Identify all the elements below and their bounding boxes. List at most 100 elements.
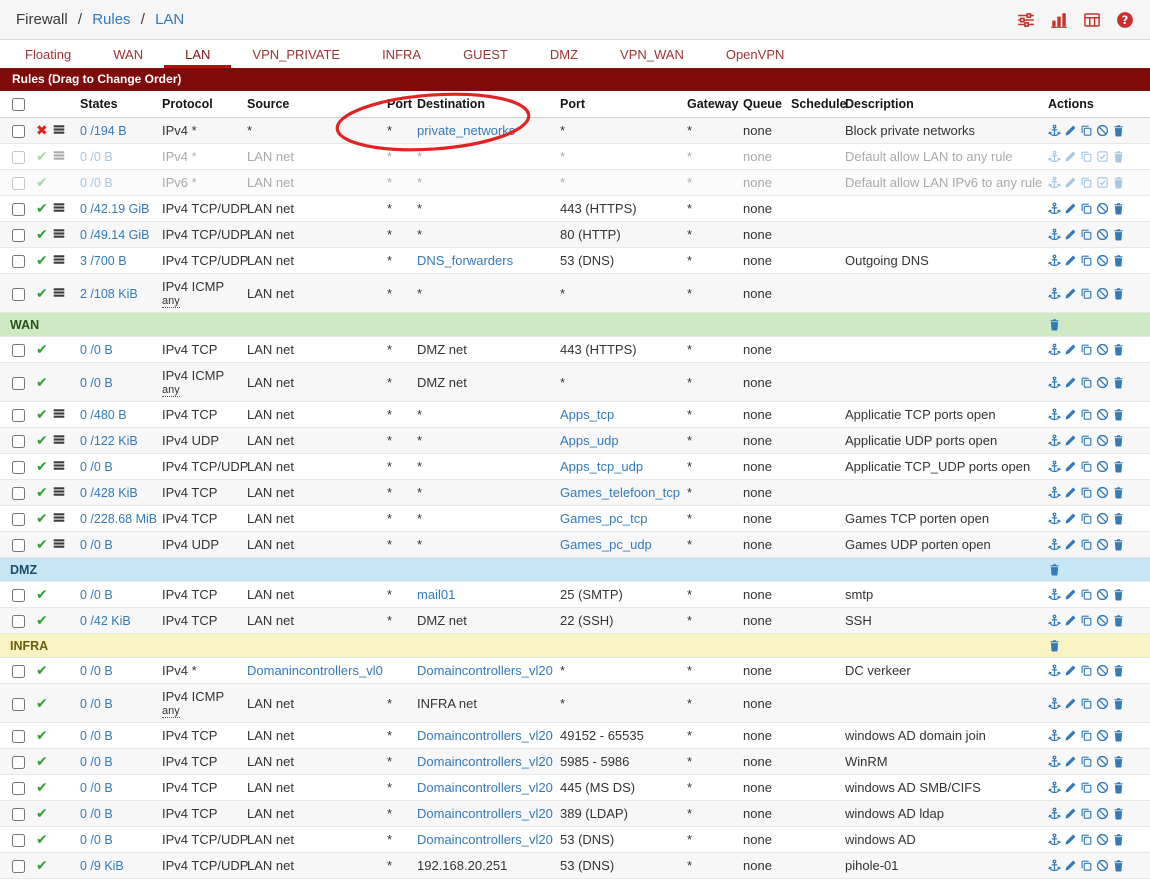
trash-icon[interactable] [1112, 343, 1125, 356]
ban-icon[interactable] [1096, 408, 1109, 421]
states-link[interactable]: 0 /480 B [80, 408, 127, 422]
tab-wan[interactable]: WAN [92, 41, 164, 68]
anchor-icon[interactable] [1048, 228, 1061, 241]
states-link[interactable]: 0 /0 B [80, 588, 113, 602]
anchor-icon[interactable] [1048, 434, 1061, 447]
copy-icon[interactable] [1080, 408, 1093, 421]
edit-icon[interactable] [1064, 729, 1077, 742]
copy-icon[interactable] [1080, 434, 1093, 447]
edit-icon[interactable] [1064, 755, 1077, 768]
copy-icon[interactable] [1080, 588, 1093, 601]
anchor-icon[interactable] [1048, 287, 1061, 300]
anchor-icon[interactable] [1048, 124, 1061, 137]
states-link[interactable]: 0 /0 B [80, 755, 113, 769]
row-checkbox[interactable] [12, 409, 25, 423]
dst-port-alias-link[interactable]: Apps_tcp [560, 407, 614, 422]
ban-icon[interactable] [1096, 202, 1109, 215]
trash-icon[interactable] [1112, 538, 1125, 551]
copy-icon[interactable] [1080, 697, 1093, 710]
copy-icon[interactable] [1080, 202, 1093, 215]
anchor-icon[interactable] [1048, 588, 1061, 601]
states-link[interactable]: 0 /0 B [80, 729, 113, 743]
row-checkbox[interactable] [12, 589, 25, 603]
trash-icon[interactable] [1112, 807, 1125, 820]
breadcrumb-rules[interactable]: Rules [92, 11, 130, 28]
edit-icon[interactable] [1064, 588, 1077, 601]
anchor-icon[interactable] [1048, 176, 1061, 189]
states-link[interactable]: 0 /122 KiB [80, 434, 138, 448]
states-link[interactable]: 0 /194 B [80, 124, 127, 138]
trash-icon[interactable] [1112, 859, 1125, 872]
edit-icon[interactable] [1064, 538, 1077, 551]
states-link[interactable]: 3 /700 B [80, 254, 127, 268]
copy-icon[interactable] [1080, 729, 1093, 742]
row-checkbox[interactable] [12, 860, 25, 874]
tab-openvpn[interactable]: OpenVPN [705, 41, 806, 68]
anchor-icon[interactable] [1048, 460, 1061, 473]
ban-icon[interactable] [1096, 343, 1109, 356]
anchor-icon[interactable] [1048, 486, 1061, 499]
tab-lan[interactable]: LAN [164, 41, 232, 68]
states-link[interactable]: 0 /0 B [80, 150, 113, 164]
anchor-icon[interactable] [1048, 664, 1061, 677]
edit-icon[interactable] [1064, 287, 1077, 300]
row-checkbox[interactable] [12, 782, 25, 796]
edit-icon[interactable] [1064, 614, 1077, 627]
ban-icon[interactable] [1096, 729, 1109, 742]
copy-icon[interactable] [1080, 254, 1093, 267]
states-link[interactable]: 0 /0 B [80, 697, 113, 711]
ban-icon[interactable] [1096, 697, 1109, 710]
destination-alias-link[interactable]: Domaincontrollers_vl20 [417, 728, 553, 743]
edit-icon[interactable] [1064, 781, 1077, 794]
ban-icon[interactable] [1096, 833, 1109, 846]
edit-icon[interactable] [1064, 376, 1077, 389]
ban-icon[interactable] [1096, 807, 1109, 820]
states-link[interactable]: 0 /0 B [80, 343, 113, 357]
copy-icon[interactable] [1080, 614, 1093, 627]
trash-icon[interactable] [1112, 588, 1125, 601]
ban-icon[interactable] [1096, 228, 1109, 241]
copy-icon[interactable] [1080, 512, 1093, 525]
edit-icon[interactable] [1064, 859, 1077, 872]
destination-alias-link[interactable]: Domaincontrollers_vl20 [417, 780, 553, 795]
destination-alias-link[interactable]: private_networks [417, 123, 515, 138]
trash-icon[interactable] [1048, 563, 1061, 576]
row-checkbox[interactable] [12, 344, 25, 358]
states-link[interactable]: 0 /0 B [80, 664, 113, 678]
edit-icon[interactable] [1064, 343, 1077, 356]
trash-icon[interactable] [1112, 408, 1125, 421]
states-link[interactable]: 0 /42.19 GiB [80, 202, 150, 216]
trash-icon[interactable] [1112, 781, 1125, 794]
trash-icon[interactable] [1112, 176, 1125, 189]
row-checkbox[interactable] [12, 151, 25, 165]
trash-icon[interactable] [1112, 614, 1125, 627]
copy-icon[interactable] [1080, 228, 1093, 241]
edit-icon[interactable] [1064, 664, 1077, 677]
row-checkbox[interactable] [12, 697, 25, 711]
copy-icon[interactable] [1080, 124, 1093, 137]
trash-icon[interactable] [1112, 150, 1125, 163]
edit-icon[interactable] [1064, 486, 1077, 499]
states-link[interactable]: 0 /228.68 MiB [80, 512, 157, 526]
trash-icon[interactable] [1112, 729, 1125, 742]
states-link[interactable]: 0 /0 B [80, 176, 113, 190]
bar-chart-icon[interactable] [1050, 11, 1068, 29]
anchor-icon[interactable] [1048, 807, 1061, 820]
row-checkbox[interactable] [12, 287, 25, 301]
dst-port-alias-link[interactable]: Apps_tcp_udp [560, 459, 643, 474]
anchor-icon[interactable] [1048, 833, 1061, 846]
row-checkbox[interactable] [12, 255, 25, 269]
ban-icon[interactable] [1096, 755, 1109, 768]
states-link[interactable]: 0 /9 KiB [80, 859, 124, 873]
row-checkbox[interactable] [12, 487, 25, 501]
ban-icon[interactable] [1096, 287, 1109, 300]
states-link[interactable]: 0 /42 KiB [80, 614, 131, 628]
edit-icon[interactable] [1064, 697, 1077, 710]
states-link[interactable]: 2 /108 KiB [80, 287, 138, 301]
ban-icon[interactable] [1096, 434, 1109, 447]
table-icon[interactable] [1083, 11, 1101, 29]
anchor-icon[interactable] [1048, 697, 1061, 710]
edit-icon[interactable] [1064, 833, 1077, 846]
row-checkbox[interactable] [12, 435, 25, 449]
copy-icon[interactable] [1080, 376, 1093, 389]
